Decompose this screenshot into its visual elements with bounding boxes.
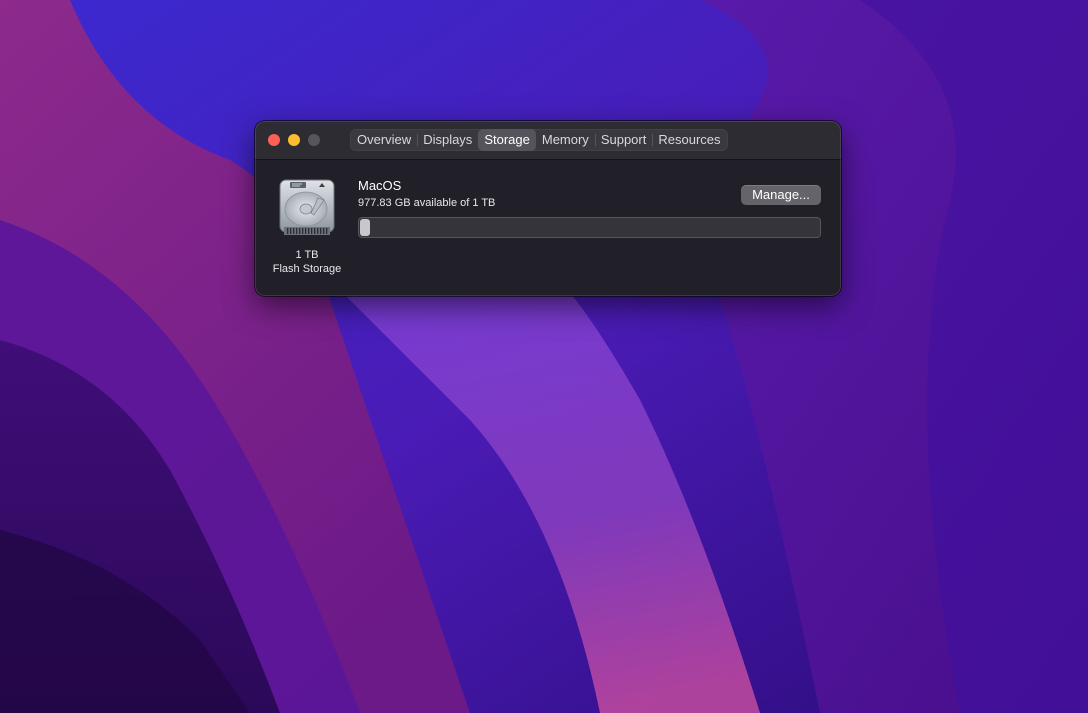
disk-type-label: Flash Storage: [272, 263, 342, 275]
disk-capacity-label: 1 TB: [295, 249, 319, 261]
tab-storage[interactable]: Storage: [478, 129, 536, 151]
desktop-wallpaper: [0, 0, 1088, 713]
window-titlebar: Overview Displays Storage Memory Support…: [255, 121, 841, 160]
tab-resources[interactable]: Resources: [652, 129, 726, 151]
volume-name: MacOS: [358, 178, 402, 193]
tab-support[interactable]: Support: [594, 129, 653, 151]
manage-button[interactable]: Manage...: [741, 185, 821, 205]
close-button[interactable]: [268, 134, 280, 146]
tab-bar: Overview Displays Storage Memory Support…: [350, 129, 728, 151]
tab-overview[interactable]: Overview: [351, 129, 417, 151]
storage-usage-fill: [360, 219, 370, 236]
wallpaper-graphic: [0, 0, 1088, 713]
tab-displays[interactable]: Displays: [417, 129, 478, 151]
volume-availability: 977.83 GB available of 1 TB: [358, 197, 496, 209]
minimize-button[interactable]: [288, 134, 300, 146]
tab-memory[interactable]: Memory: [536, 129, 595, 151]
hard-drive-icon: [279, 179, 335, 235]
zoom-button: [308, 134, 320, 146]
storage-usage-bar[interactable]: [358, 217, 821, 238]
